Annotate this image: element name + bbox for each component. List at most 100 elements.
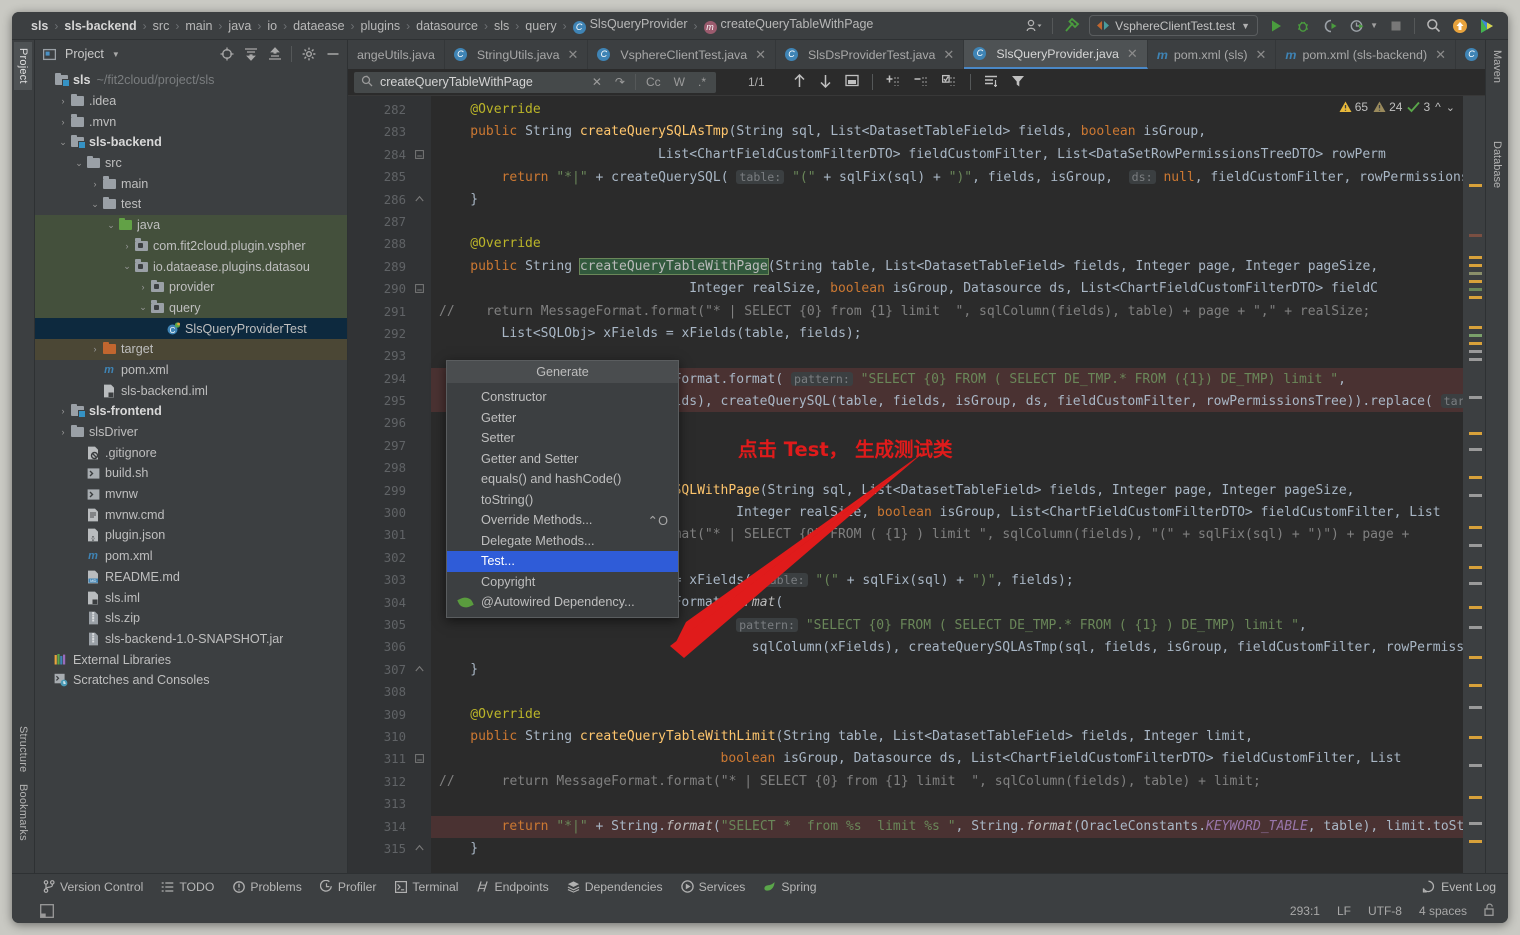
fold-slot-300[interactable] (411, 502, 431, 524)
fold-slot-288[interactable] (411, 233, 431, 255)
analysis-marker[interactable] (1469, 350, 1482, 353)
analysis-marker[interactable] (1469, 342, 1482, 345)
analysis-marker[interactable] (1469, 626, 1482, 629)
chevron-right-icon[interactable]: › (137, 282, 149, 292)
breadcrumb-item-sls[interactable]: sls (26, 19, 53, 33)
analysis-marker[interactable] (1469, 822, 1482, 825)
tree-node-.idea[interactable]: › .idea (35, 91, 347, 112)
line-number-308[interactable]: 308 (348, 681, 411, 703)
tree-node-query[interactable]: ⌄ query (35, 297, 347, 319)
code-folding-gutter[interactable] (411, 96, 431, 873)
tool-window-endpoints[interactable]: Endpoints (476, 880, 549, 894)
line-number-311[interactable]: 311 (348, 748, 411, 770)
gear-icon[interactable] (301, 47, 316, 62)
unlocked-icon[interactable] (1484, 903, 1496, 919)
editor-tab-slsdsprovidertest-java[interactable]: C SlsDsProviderTest.java ✕ (776, 40, 965, 69)
analysis-marker[interactable] (1469, 606, 1482, 609)
tool-window-todo[interactable]: TODO (161, 880, 214, 894)
code-line-283[interactable]: public String createQuerySQLAsTmp(String… (431, 121, 1463, 143)
line-number-307[interactable]: 307 (348, 659, 411, 681)
close-icon[interactable]: ✕ (943, 47, 954, 63)
filter-icon[interactable] (1011, 74, 1025, 91)
tree-node-sls.iml[interactable]: sls.iml (35, 587, 347, 608)
fold-slot-286[interactable] (411, 189, 431, 211)
code-line-313[interactable] (431, 793, 1463, 815)
fold-slot-297[interactable] (411, 435, 431, 457)
tree-node-plugin.json[interactable]: {} plugin.json (35, 525, 347, 546)
run-coverage-icon[interactable] (1321, 17, 1339, 35)
analysis-marker[interactable] (1469, 582, 1482, 585)
chevron-down-icon[interactable]: ⌄ (105, 220, 117, 231)
inspection-widget[interactable]: 65 24 3 ^ ⌄ (1339, 100, 1455, 114)
scroll-from-source-icon[interactable] (219, 47, 234, 62)
open-in-find-window-icon[interactable] (984, 74, 998, 91)
generate-item-test-[interactable]: Test... (447, 551, 678, 572)
error-count-badge[interactable]: 65 (1339, 100, 1368, 114)
code-line-286[interactable]: } (431, 189, 1463, 211)
tree-node-com.fit2cloud.plugin.vspher[interactable]: › com.fit2cloud.plugin.vspher (35, 235, 347, 257)
line-number-gutter[interactable]: 282283O284285286287288289O29029129229329… (348, 96, 442, 873)
code-line-315[interactable]: } (431, 838, 1463, 860)
line-number-294[interactable]: 294 (348, 368, 429, 390)
fold-slot-295[interactable] (411, 390, 431, 412)
generate-popup[interactable]: Generate Constructor Getter Setter Getter a… (446, 360, 679, 618)
code-line-288[interactable]: @Override (431, 233, 1463, 255)
tree-node-sls-backend-1.0-snapshot.jar[interactable]: sls-backend-1.0-SNAPSHOT.jar (35, 629, 347, 650)
fold-slot-284[interactable] (411, 144, 431, 166)
generate-item-equals-and-hashcode-[interactable]: equals() and hashCode() (447, 469, 678, 490)
find-input-wrapper[interactable]: ✕ ↷ Cc W .* (354, 71, 716, 93)
match-case-toggle[interactable]: Cc (643, 75, 664, 89)
analysis-marker[interactable] (1469, 526, 1482, 529)
breadcrumb-item-sls[interactable]: sls (489, 19, 514, 33)
tree-node-readme.md[interactable]: MD README.md (35, 567, 347, 588)
breadcrumb-item-dataease[interactable]: dataease (288, 19, 349, 33)
regex-toggle[interactable]: .* (695, 75, 709, 89)
tree-node-slsdriver[interactable]: › slsDriver (35, 422, 347, 443)
code-line-314[interactable]: return "*|" + String.format("SELECT * fr… (431, 815, 1463, 838)
fold-slot-283[interactable] (411, 121, 431, 143)
analysis-marker[interactable] (1469, 796, 1482, 799)
line-number-300[interactable]: 300 (348, 502, 411, 524)
analysis-marker[interactable] (1469, 326, 1482, 329)
code-line-308[interactable] (431, 681, 1463, 703)
analysis-marker[interactable] (1469, 256, 1482, 259)
tree-node-sls.zip[interactable]: sls.zip (35, 608, 347, 629)
tree-node-io.dataease.plugins.datasou[interactable]: ⌄ io.dataease.plugins.datasou (35, 256, 347, 277)
fold-slot-310[interactable] (411, 726, 431, 748)
tree-node-java[interactable]: ⌄ java (35, 214, 347, 236)
line-number-282[interactable]: 282 (348, 99, 411, 121)
breadcrumb-item-createquerytablewithpage[interactable]: m createQueryTableWithPage (699, 17, 879, 34)
line-number-301[interactable]: 301 (348, 524, 411, 546)
code-line-311[interactable]: boolean isGroup, Datasource ds, List<Cha… (431, 748, 1463, 770)
run-icon[interactable] (1267, 17, 1285, 35)
breadcrumb-item-datasource[interactable]: datasource (411, 19, 483, 33)
scroll-down-icon[interactable]: ⌄ (1446, 101, 1455, 114)
line-number-297[interactable]: 297 (348, 435, 411, 457)
line-number-287[interactable]: 287 (348, 211, 411, 233)
close-icon[interactable]: ✕ (567, 47, 578, 63)
generate-item-getter[interactable]: Getter (447, 408, 678, 429)
toggle-line-icon[interactable] (941, 74, 957, 91)
tool-window-spring[interactable]: Spring (763, 880, 817, 894)
editor-tab-pom-xml-sls-[interactable]: m pom.xml (sls) ✕ (1148, 40, 1277, 69)
updates-icon[interactable] (1451, 17, 1469, 35)
editor-tab-vsphereclienttest-java[interactable]: C VsphereClientTest.java ✕ (588, 40, 777, 69)
fold-slot-313[interactable] (411, 793, 431, 815)
code-line-309[interactable]: @Override (431, 704, 1463, 726)
line-number-299[interactable]: 299O (348, 480, 428, 502)
line-number-306[interactable]: 306 (348, 636, 411, 658)
line-number-285[interactable]: 285 (348, 166, 411, 188)
analysis-marker[interactable] (1469, 358, 1482, 361)
add-line-icon[interactable] (886, 74, 901, 91)
line-number-305[interactable]: 305 (348, 614, 411, 636)
generate-item-override-methods-[interactable]: Override Methods... ⌃O (447, 510, 678, 531)
code-line-310[interactable]: public String createQueryTableWithLimit(… (431, 726, 1463, 748)
debug-icon[interactable] (1294, 17, 1312, 35)
analysis-marker[interactable] (1469, 280, 1482, 283)
line-number-288[interactable]: 288 (348, 233, 411, 255)
line-number-289[interactable]: 289O (348, 256, 428, 278)
fold-slot-285[interactable] (411, 166, 431, 188)
code-line-285[interactable]: return "*|" + createQuerySQL( table: "("… (431, 166, 1463, 188)
code-line-284[interactable]: List<ChartFieldCustomFilterDTO> fieldCus… (431, 144, 1463, 166)
analysis-marker[interactable] (1469, 706, 1482, 709)
